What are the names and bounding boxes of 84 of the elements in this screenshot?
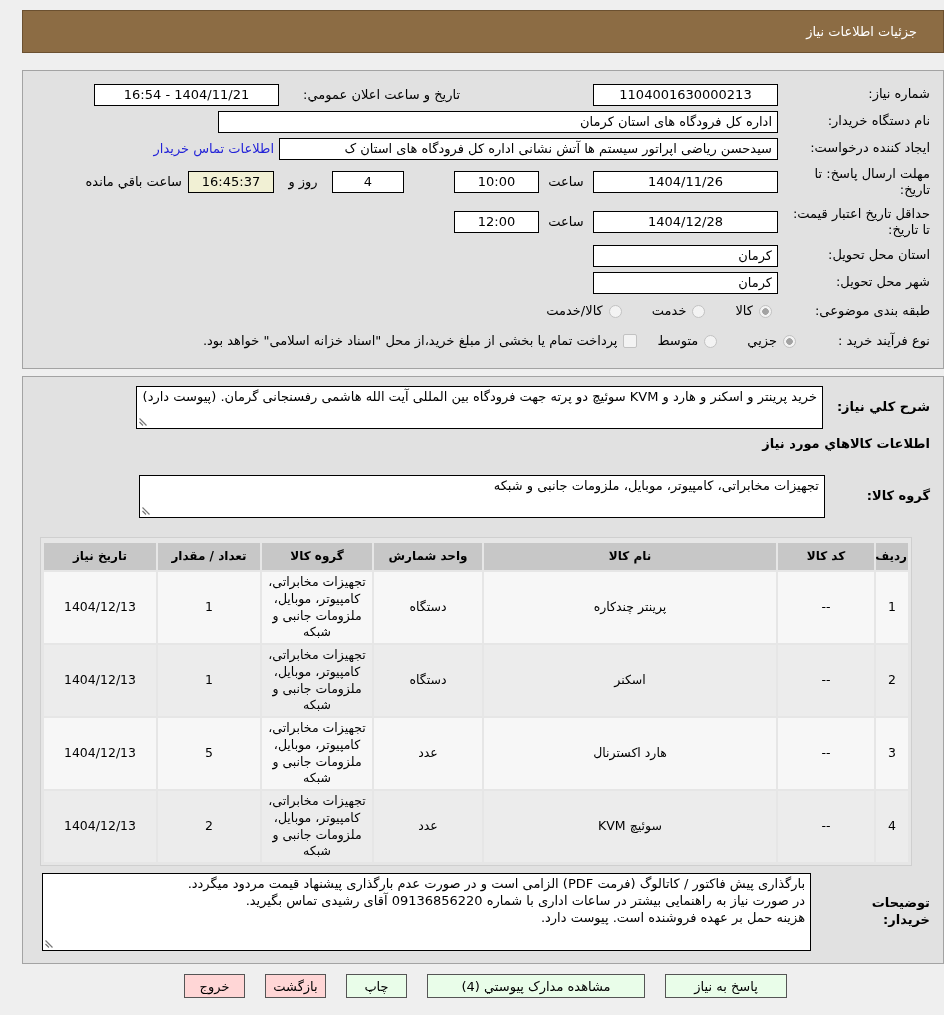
column-header: کد کالا <box>778 543 874 570</box>
radio-label: جزيي <box>747 332 777 350</box>
back-button[interactable]: بازگشت <box>265 974 326 998</box>
description-field[interactable]: خرید پرینتر و اسکنر و هارد و KVM سوئیچ دو پرته جهت فرودگاه بین المللی آیت الله هاشمی رفسنجانی گرمان. (پیوست دارد) <box>136 386 823 429</box>
table-cell: -- <box>778 718 874 789</box>
table-cell: تجهیزات مخابراتی، کامپیوتر، موبایل، ملزومات جانبی و شبکه <box>262 645 372 716</box>
section-heading: اطلاعات کالاهاي مورد نیاز <box>760 435 930 454</box>
field-label: شماره نیاز: <box>867 86 930 103</box>
checkbox-label: پرداخت تمام یا بخشی از مبلغ خرید،از محل "اسناد خزانه اسلامی" خواهد بود. <box>202 332 618 350</box>
exit-button[interactable]: خروج <box>184 974 245 998</box>
table-cell: 5 <box>158 718 260 789</box>
field-label: ساعت باقي مانده <box>85 173 182 191</box>
field-label: شرح کلي نیاز: <box>835 399 930 416</box>
field-label: روز و <box>287 173 319 191</box>
column-header: تاریخ نیاز <box>44 543 156 570</box>
column-header: گروه کالا <box>262 543 372 570</box>
time-left-field[interactable]: 16:45:37 <box>188 171 274 193</box>
radio-label: متوسط <box>657 332 699 350</box>
need-number-field[interactable]: 1104001630000213 <box>593 83 778 106</box>
column-header: نام کالا <box>484 543 776 570</box>
table-cell: 1 <box>158 645 260 716</box>
field-label: گروه کالا: <box>865 488 930 505</box>
table-cell: -- <box>778 572 874 643</box>
goods-group-field[interactable]: تجهیزات مخابراتی، کامپیوتر، موبایل، ملزومات جانبی و شبکه <box>139 475 825 518</box>
resize-grip-icon[interactable] <box>139 418 147 426</box>
radio-label: خدمت <box>651 302 687 320</box>
field-label: حداقل تاریخ اعتبار قیمت: تا تاریخ: <box>791 205 930 239</box>
radio-label: کالا/خدمت <box>546 302 603 320</box>
table-cell: 1 <box>876 572 908 643</box>
field-label: تاريخ و ساعت اعلان عمومي: <box>302 85 460 104</box>
table-cell: دستگاه <box>374 645 482 716</box>
deadline-time-field[interactable]: 10:00 <box>454 171 539 193</box>
attachments-button[interactable]: مشاهده مدارک پیوستي (4) <box>427 974 645 998</box>
table-cell: -- <box>778 645 874 716</box>
radio-label: کالا <box>735 302 753 320</box>
table-cell: عدد <box>374 718 482 789</box>
field-label: استان محل تحویل: <box>827 247 930 264</box>
page-title: جزئیات اطلاعات نیاز <box>806 22 917 41</box>
table-cell: تجهیزات مخابراتی، کامپیوتر، موبایل، ملزومات جانبی و شبکه <box>262 718 372 789</box>
table-cell: -- <box>778 791 874 862</box>
table-cell: 3 <box>876 718 908 789</box>
print-button[interactable]: چاپ <box>346 974 407 998</box>
table-cell: 1404/12/13 <box>44 645 156 716</box>
field-label: طبقه بندی موضوعی: <box>813 302 930 320</box>
field-label: ساعت <box>547 213 585 231</box>
reply-button[interactable]: پاسخ به نیاز <box>665 974 787 998</box>
requester-field[interactable]: سیدحسن ریاضی اپراتور سیستم ها آتش نشانی اداره کل فرودگاه های استان ک <box>279 137 778 160</box>
table-cell: هارد اکسترنال <box>484 718 776 789</box>
days-left-field[interactable]: 4 <box>332 171 404 193</box>
table-cell: 1404/12/13 <box>44 718 156 789</box>
table-cell: 1404/12/13 <box>44 791 156 862</box>
field-label: مهلت ارسال پاسخ: تا تاریخ: <box>813 165 930 199</box>
field-label: نام دستگاه خریدار: <box>826 113 930 130</box>
field-label: توضیحات خریدار: <box>870 895 930 929</box>
table-cell: سوئیچ KVM <box>484 791 776 862</box>
buyer-org-field[interactable]: اداره کل فرودگاه های استان کرمان <box>218 110 778 133</box>
column-header: تعداد / مقدار <box>158 543 260 570</box>
buyer-notes-field[interactable]: بارگذاری پیش فاکتور / کاتالوگ (فرمت PDF) الزامی است و در صورت عدم بارگذاری پیشنهاد قیمت مردود میگردد. در صورت نیاز به راهنمایی بیشتر در ساعات اداری با شماره 09136856220 آقای رشیدی تماس بگیرید. هزینه حمل بر عهده فروشنده است. پیوست دارد. <box>42 873 811 951</box>
deadline-date-field[interactable]: 1404/11/26 <box>593 171 778 193</box>
announce-date-field[interactable]: 1404/11/21 - 16:54 <box>94 83 279 106</box>
table-cell: تجهیزات مخابراتی، کامپیوتر، موبایل، ملزومات جانبی و شبکه <box>262 791 372 862</box>
table-cell: 2 <box>158 791 260 862</box>
resize-grip-icon[interactable] <box>142 507 150 515</box>
resize-grip-icon[interactable] <box>45 940 53 948</box>
table-cell: 1404/12/13 <box>44 572 156 643</box>
field-label: ایجاد کننده درخواست: <box>809 140 930 157</box>
table-cell: 4 <box>876 791 908 862</box>
city-field[interactable]: کرمان <box>593 271 778 294</box>
validity-date-field[interactable]: 1404/12/28 <box>593 211 778 233</box>
table-cell: دستگاه <box>374 572 482 643</box>
contact-link[interactable]: اطلاعات تماس خریدار <box>153 139 274 158</box>
field-label: شهر محل تحویل: <box>834 274 930 291</box>
column-header: ردیف <box>876 543 908 570</box>
table-cell: اسکنر <box>484 645 776 716</box>
table-cell: 2 <box>876 645 908 716</box>
table-cell: 1 <box>158 572 260 643</box>
validity-time-field[interactable]: 12:00 <box>454 211 539 233</box>
table-cell: پرینتر چندکاره <box>484 572 776 643</box>
column-header: واحد شمارش <box>374 543 482 570</box>
province-field[interactable]: کرمان <box>593 244 778 267</box>
field-label: نوع فرآیند خرید : <box>837 332 930 350</box>
table-cell: عدد <box>374 791 482 862</box>
table-cell: تجهیزات مخابراتی، کامپیوتر، موبایل، ملزومات جانبی و شبکه <box>262 572 372 643</box>
field-label: ساعت <box>547 173 585 191</box>
